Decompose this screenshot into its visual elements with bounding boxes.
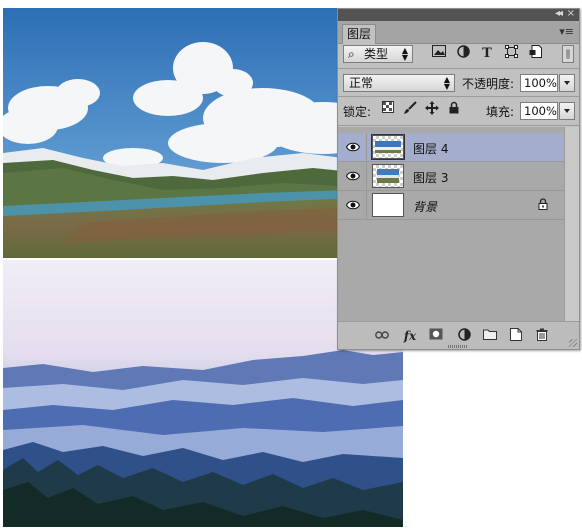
divider xyxy=(338,68,579,69)
layer-name[interactable]: 背景 xyxy=(413,198,437,215)
divider xyxy=(338,96,579,97)
filter-toggle-switch[interactable] xyxy=(562,45,574,63)
layer-name[interactable]: 图层 3 xyxy=(413,169,448,186)
layer-lock-icon[interactable] xyxy=(538,198,548,210)
type-filter-icon[interactable]: T xyxy=(478,45,496,63)
fill-input[interactable]: 100% xyxy=(520,102,558,120)
divider xyxy=(366,133,367,161)
layer-name[interactable]: 图层 4 xyxy=(413,140,448,157)
resize-grip-icon[interactable] xyxy=(569,339,577,347)
layer-row-layer-4[interactable]: 图层 4 xyxy=(338,133,564,162)
tab-layers[interactable]: 图层 xyxy=(342,24,377,44)
adjustment-layer-icon[interactable] xyxy=(456,328,472,344)
divider xyxy=(366,191,367,219)
visibility-eye-icon[interactable] xyxy=(346,199,360,211)
new-layer-icon[interactable] xyxy=(508,328,524,344)
smart-object-filter-icon[interactable] xyxy=(526,45,544,63)
select-arrows-icon: ▲ ▼ xyxy=(401,46,408,62)
lock-transparent-pixels-icon[interactable] xyxy=(380,101,396,117)
layer-filter-kind-select[interactable]: ⌕ 类型 ▲ ▼ xyxy=(343,45,413,63)
layer-list-scrollbar[interactable] xyxy=(564,127,579,322)
fx-icon[interactable]: fx xyxy=(402,328,418,344)
search-icon: ⌕ xyxy=(348,47,355,61)
opacity-input[interactable]: 100% xyxy=(520,74,558,92)
shape-filter-icon[interactable] xyxy=(502,45,520,63)
layer-thumbnail xyxy=(371,134,405,160)
layer-row-background[interactable]: 背景 xyxy=(338,191,564,220)
blend-mode-value: 正常 xyxy=(349,76,374,90)
collapse-panel-icon[interactable]: ◂◂ xyxy=(555,8,563,19)
adjustment-filter-icon[interactable] xyxy=(454,45,472,63)
divider xyxy=(366,162,367,190)
panel-tab-row: 图层 ▾≡ xyxy=(338,21,579,44)
panel-titlebar[interactable]: ◂◂ × xyxy=(338,8,579,21)
resize-handle[interactable] xyxy=(448,345,468,348)
divider xyxy=(338,125,579,126)
fill-dropdown-button[interactable] xyxy=(559,102,575,120)
layers-panel: ◂◂ × 图层 ▾≡ ⌕ 类型 ▲▼ T 正常 ▲▼ 不透明度: 100% xyxy=(337,8,580,350)
group-folder-icon[interactable] xyxy=(482,328,498,344)
lock-image-pixels-icon[interactable] xyxy=(402,101,418,117)
panel-footer: fx xyxy=(338,321,579,349)
layer-row-layer-3[interactable]: 图层 3 xyxy=(338,162,564,191)
opacity-label: 不透明度: xyxy=(462,77,515,91)
add-mask-icon[interactable] xyxy=(428,328,444,344)
close-panel-icon[interactable]: × xyxy=(567,8,575,19)
image-filter-icon[interactable] xyxy=(430,45,448,63)
blend-mode-select[interactable]: 正常 ▲ ▼ xyxy=(343,74,455,92)
filter-kind-label: 类型 xyxy=(364,47,389,61)
lock-position-icon[interactable] xyxy=(424,101,440,117)
select-arrows-icon: ▲ ▼ xyxy=(443,75,450,91)
fill-label: 填充: xyxy=(486,105,515,119)
layer-thumbnail xyxy=(372,193,404,217)
trash-icon[interactable] xyxy=(534,328,550,344)
opacity-dropdown-button[interactable] xyxy=(559,74,575,92)
lock-all-icon[interactable] xyxy=(446,101,462,117)
visibility-eye-icon[interactable] xyxy=(346,170,360,182)
layer-thumbnail xyxy=(372,164,404,188)
panel-menu-icon[interactable]: ▾≡ xyxy=(559,25,574,38)
visibility-eye-icon[interactable] xyxy=(346,141,360,153)
layer-list: 图层 4 图层 3 背景 xyxy=(338,127,564,322)
link-layers-icon[interactable] xyxy=(374,328,390,344)
lock-label: 锁定: xyxy=(343,105,372,119)
